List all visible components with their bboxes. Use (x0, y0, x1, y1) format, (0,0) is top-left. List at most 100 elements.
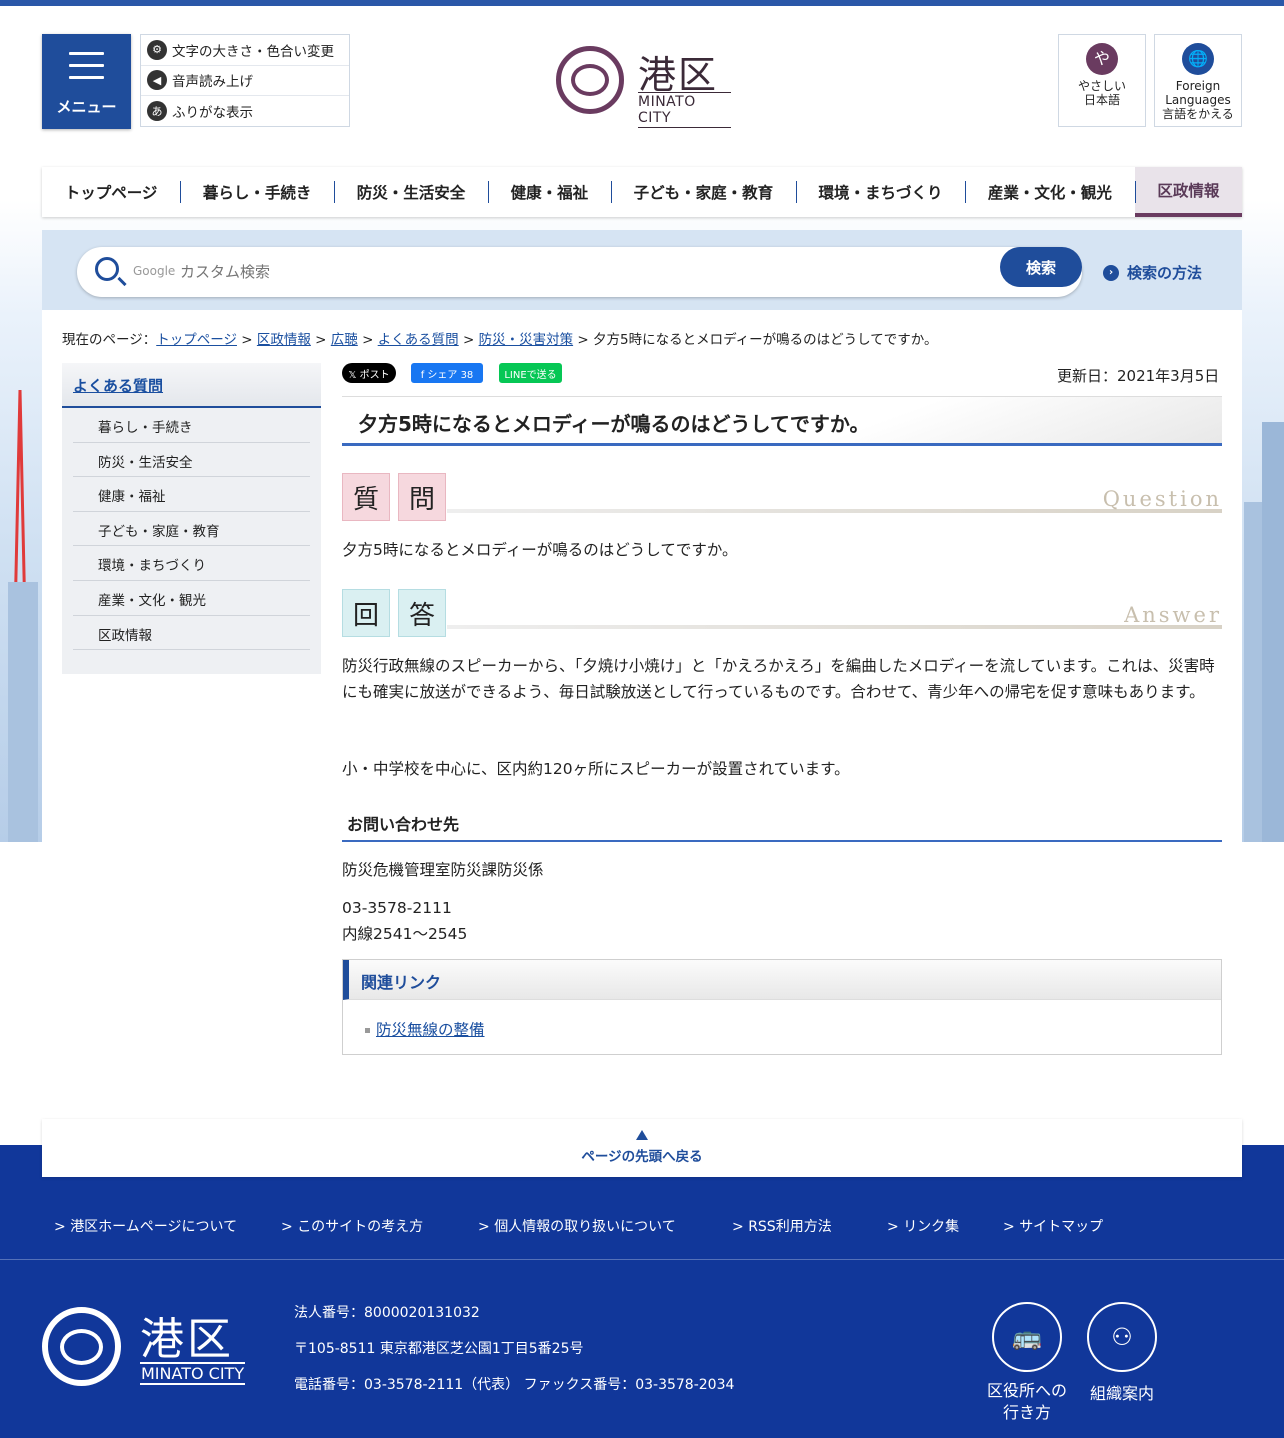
question-text: 夕方5時になるとメロディーが鳴るのはどうしてですか。 (342, 541, 738, 559)
footer-link[interactable]: > RSS利用方法 (732, 1216, 832, 1236)
answer-heading: 回 答 Answer (342, 589, 1222, 641)
breadcrumb-link[interactable]: 防災・災害対策 (479, 332, 574, 348)
gnav-top[interactable]: トップページ (42, 167, 180, 217)
sidebar-item[interactable]: 産業・文化・観光 (73, 581, 310, 616)
footer-link[interactable]: > 個人情報の取り扱いについて (478, 1216, 676, 1236)
foreign-line1: Foreign (1175, 79, 1221, 93)
contact-dept: 防災危機管理室防災課防災係 (342, 861, 544, 879)
footer-logo-name: 港区 (140, 1314, 234, 1365)
question-en: Question (1102, 487, 1222, 511)
access-link[interactable]: 🚌 区役所への 行き方 (985, 1302, 1069, 1424)
back-to-top-button[interactable]: ページの先頭へ戻る (42, 1119, 1242, 1177)
yasashii-icon: や (1086, 43, 1118, 75)
logo-name: 港区 (638, 53, 719, 97)
search-box: Google (77, 247, 1082, 297)
x-post-button[interactable]: 𝕏 ポスト (342, 363, 396, 383)
foreign-line2: Languages (1165, 93, 1231, 107)
sidebar-item[interactable]: 暮らし・手続き (73, 408, 310, 443)
answer-char: 回 (342, 589, 390, 637)
minato-emblem-icon (556, 46, 624, 114)
gnav-industry[interactable]: 産業・文化・観光 (965, 167, 1134, 217)
footer-link-label: サイトマップ (1019, 1219, 1104, 1235)
sidebar-title-link[interactable]: よくある質問 (73, 377, 163, 395)
read-aloud-button[interactable]: ◀ 音声読み上げ (141, 66, 349, 96)
corporate-number: 法人番号：8000020131032 (294, 1305, 480, 1321)
easy-japanese-button[interactable]: や やさしい 日本語 (1058, 34, 1146, 127)
answer-paragraph: 小・中学校を中心に、区内約120ヶ所にスピーカーが設置されています。 (342, 760, 850, 778)
gnav-government[interactable]: 区政情報 (1134, 167, 1243, 217)
breadcrumb-link[interactable]: トップページ (156, 332, 237, 348)
footer-link[interactable]: > サイトマップ (1003, 1216, 1103, 1236)
sidebar: よくある質問 暮らし・手続き 防災・生活安全 健康・福祉 子ども・家庭・教育 環… (62, 363, 321, 674)
organization-link[interactable]: ⚇ 組織案内 (1081, 1302, 1163, 1405)
top-accent-bar (0, 0, 1284, 6)
site-logo[interactable]: 港区 MINATO CITY (556, 44, 731, 128)
foreign-languages-button[interactable]: 🌐 Foreign Languages 言語をかえる (1154, 34, 1242, 127)
footer-link-label: RSS利用方法 (748, 1219, 832, 1235)
menu-label: メニュー (56, 98, 117, 116)
breadcrumb-link[interactable]: 広聴 (331, 332, 358, 348)
search-help-link[interactable]: › 検索の方法 (1103, 262, 1202, 283)
sidebar-item[interactable]: 健康・福祉 (73, 477, 310, 512)
gnav-living[interactable]: 暮らし・手続き (180, 167, 334, 217)
breadcrumb-current: 夕方5時になるとメロディーが鳴るのはどうしてですか。 (593, 332, 938, 348)
text-size-color-button[interactable]: ⚙ 文字の大きさ・色合い変更 (141, 35, 349, 66)
question-char: 質 (342, 473, 390, 521)
footer-link-label: このサイトの考え方 (297, 1219, 424, 1235)
gnav-children[interactable]: 子ども・家庭・教育 (610, 167, 796, 217)
search-area: Google 検索 › 検索の方法 (42, 230, 1242, 310)
footer-logo-en: MINATO CITY (140, 1362, 246, 1385)
contact-tel: 03-3578-2111 (342, 899, 452, 917)
line-share-button[interactable]: LINEで送る (499, 363, 562, 383)
bus-train-icon: 🚌 (992, 1302, 1062, 1372)
updated-date: 更新日：2021年3月5日 (1057, 367, 1220, 385)
tool-label: 文字の大きさ・色合い変更 (172, 43, 334, 60)
accessibility-tools: ⚙ 文字の大きさ・色合い変更 ◀ 音声読み上げ あふりがな表示 (140, 34, 350, 127)
search-icon (95, 257, 119, 281)
answer-en: Answer (1124, 603, 1222, 627)
search-button[interactable]: 検索 (1000, 247, 1082, 287)
furigana-button[interactable]: あふりがな表示 (141, 96, 349, 127)
sidebar-item[interactable]: 環境・まちづくり (73, 546, 310, 581)
hamburger-icon (69, 52, 104, 88)
breadcrumb-link[interactable]: よくある質問 (378, 332, 459, 348)
phone-fax: 電話番号：03-3578-2111（代表） ファックス番号：03-3578-20… (294, 1377, 735, 1393)
access-line2: 行き方 (1002, 1403, 1051, 1422)
footer-link[interactable]: > 港区ホームページについて (54, 1216, 237, 1236)
gnav-environment[interactable]: 環境・まちづくり (795, 167, 965, 217)
building (1262, 422, 1284, 842)
breadcrumb-link[interactable]: 区政情報 (257, 332, 311, 348)
search-help-label: 検索の方法 (1127, 264, 1203, 282)
sidebar-item[interactable]: 防災・生活安全 (73, 443, 310, 478)
sidebar-title[interactable]: よくある質問 (62, 363, 321, 408)
facebook-share-button[interactable]: f シェア 38 (411, 363, 483, 383)
back-to-top-label: ページの先頭へ戻る (581, 1149, 703, 1165)
answer-rule (447, 625, 1222, 629)
contact-ext: 内線2541～2545 (342, 925, 468, 943)
sidebar-item[interactable]: 区政情報 (73, 616, 310, 651)
footer-link-label: 港区ホームページについて (70, 1219, 238, 1235)
breadcrumb: 現在のページ：トップページ > 区政情報 > 広聴 > よくある質問 > 防災・… (62, 328, 937, 348)
breadcrumb-sep: > (315, 332, 327, 348)
answer-char: 答 (398, 589, 446, 637)
google-label: Google (133, 264, 176, 278)
tool-label: ふりがな表示 (172, 105, 253, 122)
gnav-safety[interactable]: 防災・生活安全 (334, 167, 488, 217)
furigana-icon: あ (147, 101, 167, 122)
question-heading: 質 問 Question (342, 473, 1222, 525)
chevron-right-icon: › (1103, 264, 1119, 281)
gear-icon: ⚙ (147, 39, 167, 60)
footer-link[interactable]: > リンク集 (887, 1216, 959, 1236)
search-input[interactable] (180, 259, 980, 285)
related-link[interactable]: 防災無線の整備 (376, 1021, 485, 1039)
logo-en: MINATO CITY (638, 92, 731, 128)
yasashii-line1: やさしい (1077, 79, 1126, 93)
access-line1: 区役所への (986, 1381, 1067, 1400)
question-char: 問 (398, 473, 446, 521)
footer-link[interactable]: > このサイトの考え方 (281, 1216, 423, 1236)
sidebar-item[interactable]: 子ども・家庭・教育 (73, 512, 310, 547)
gnav-health[interactable]: 健康・福祉 (487, 167, 611, 217)
foreign-line3: 言語をかえる (1162, 107, 1234, 121)
menu-button[interactable]: メニュー (42, 34, 131, 129)
footer-link-label: 個人情報の取り扱いについて (494, 1219, 676, 1235)
